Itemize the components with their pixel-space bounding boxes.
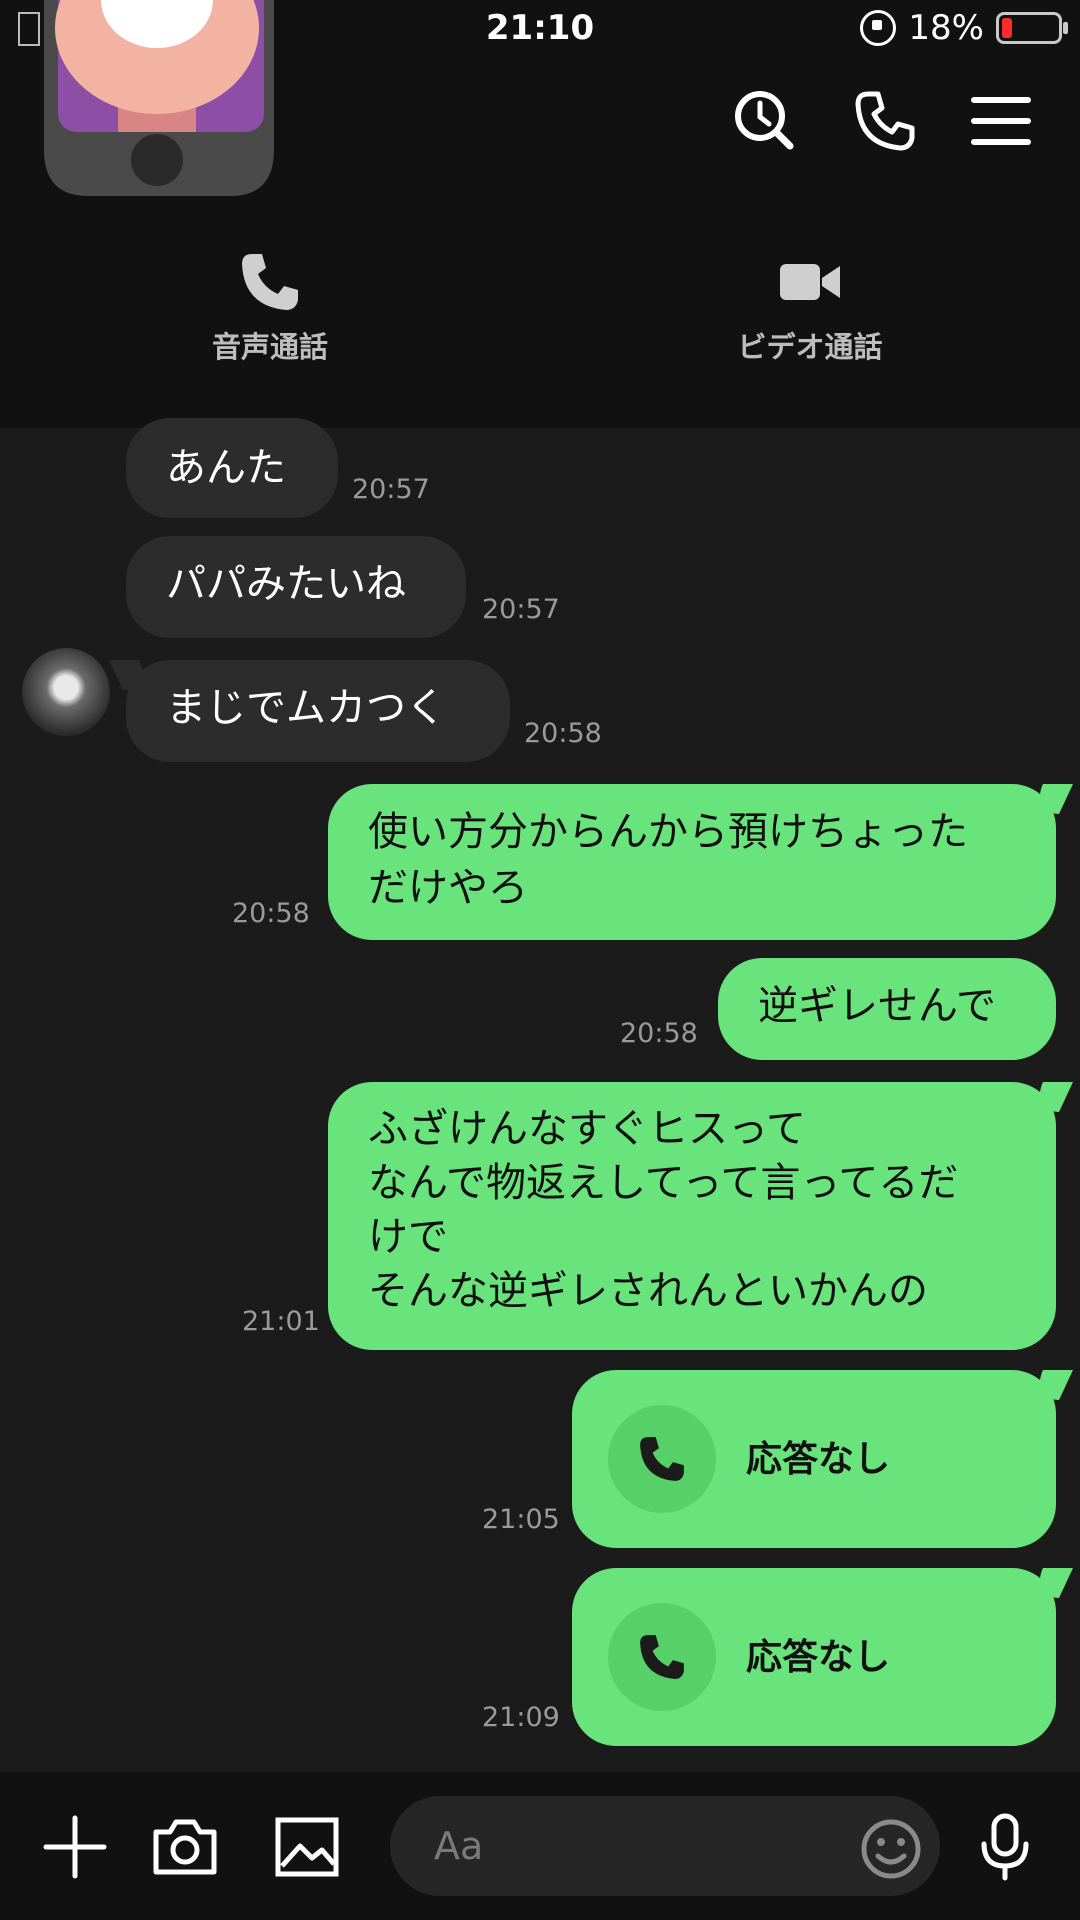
emoji-icon[interactable]	[856, 1814, 926, 1884]
message-time: 20:58	[620, 1018, 698, 1049]
plus-icon[interactable]	[40, 1812, 110, 1882]
phone-icon	[608, 1603, 716, 1711]
message-text-line: けで	[368, 1214, 448, 1260]
incoming-message[interactable]: パパみたいね	[126, 536, 466, 638]
message-text-line: そんな逆ギレされんといかんの	[368, 1268, 928, 1314]
message-time: 21:05	[482, 1504, 560, 1535]
message-time: 20:58	[524, 718, 602, 749]
phone-icon[interactable]	[850, 86, 920, 156]
incoming-message[interactable]: まじでムカつく	[126, 660, 510, 762]
message-text: まじでムカつく	[166, 685, 446, 731]
phone-icon	[608, 1405, 716, 1513]
video-camera-icon	[778, 250, 842, 314]
missed-call-message[interactable]: 応答なし	[572, 1568, 1056, 1746]
message-time: 21:01	[242, 1306, 320, 1337]
message-text-line: ふざけんなすぐヒスって	[368, 1106, 806, 1152]
outgoing-message[interactable]: 使い方分からんから預けちょった だけやろ	[328, 784, 1056, 940]
message-time: 21:09	[482, 1702, 560, 1733]
phone-icon	[238, 250, 302, 314]
message-text: あんた	[166, 445, 286, 491]
message-input-placeholder: Aa	[434, 1824, 484, 1868]
message-time: 20:57	[352, 474, 430, 505]
rotation-lock-icon	[860, 10, 897, 46]
message-time: 20:57	[482, 594, 560, 625]
message-time: 20:58	[232, 898, 310, 929]
incoming-message[interactable]: あんた	[126, 418, 338, 518]
battery-percent: 18%	[908, 8, 984, 48]
outgoing-message[interactable]: ふざけんなすぐヒスって なんで物返えしてって言ってるだ けで そんな逆ギレされん…	[328, 1082, 1056, 1350]
voice-call-option[interactable]: 音声通話	[140, 250, 400, 366]
status-right: 18%	[860, 8, 1068, 48]
contact-avatar[interactable]	[22, 648, 110, 736]
video-call-label: ビデオ通話	[737, 330, 883, 364]
message-text: パパみたいね	[166, 561, 406, 607]
message-text-line: だけやろ	[368, 865, 528, 911]
outgoing-message[interactable]: 逆ギレせんで	[718, 958, 1056, 1060]
message-input-bar: Aa	[0, 1772, 1080, 1920]
video-call-option[interactable]: ビデオ通話	[680, 250, 940, 366]
missed-call-message[interactable]: 応答なし	[572, 1370, 1056, 1548]
call-status-label: 応答なし	[746, 1637, 891, 1678]
camera-icon[interactable]	[150, 1812, 220, 1882]
voice-call-label: 音声通話	[211, 330, 328, 364]
battery-icon	[996, 12, 1068, 44]
menu-icon[interactable]	[966, 86, 1036, 156]
message-text-line: 使い方分からんから預けちょった	[368, 809, 968, 855]
message-text: 逆ギレせんで	[758, 983, 996, 1029]
call-status-label: 応答なし	[746, 1439, 891, 1480]
search-clock-icon[interactable]	[730, 86, 800, 156]
chat-header: 21:10 18% 音声通話 ビデオ通話	[0, 0, 1080, 428]
image-icon[interactable]	[272, 1812, 342, 1882]
microphone-icon[interactable]	[970, 1812, 1040, 1882]
message-text-line: なんで物返えしてって言ってるだ	[368, 1160, 959, 1206]
